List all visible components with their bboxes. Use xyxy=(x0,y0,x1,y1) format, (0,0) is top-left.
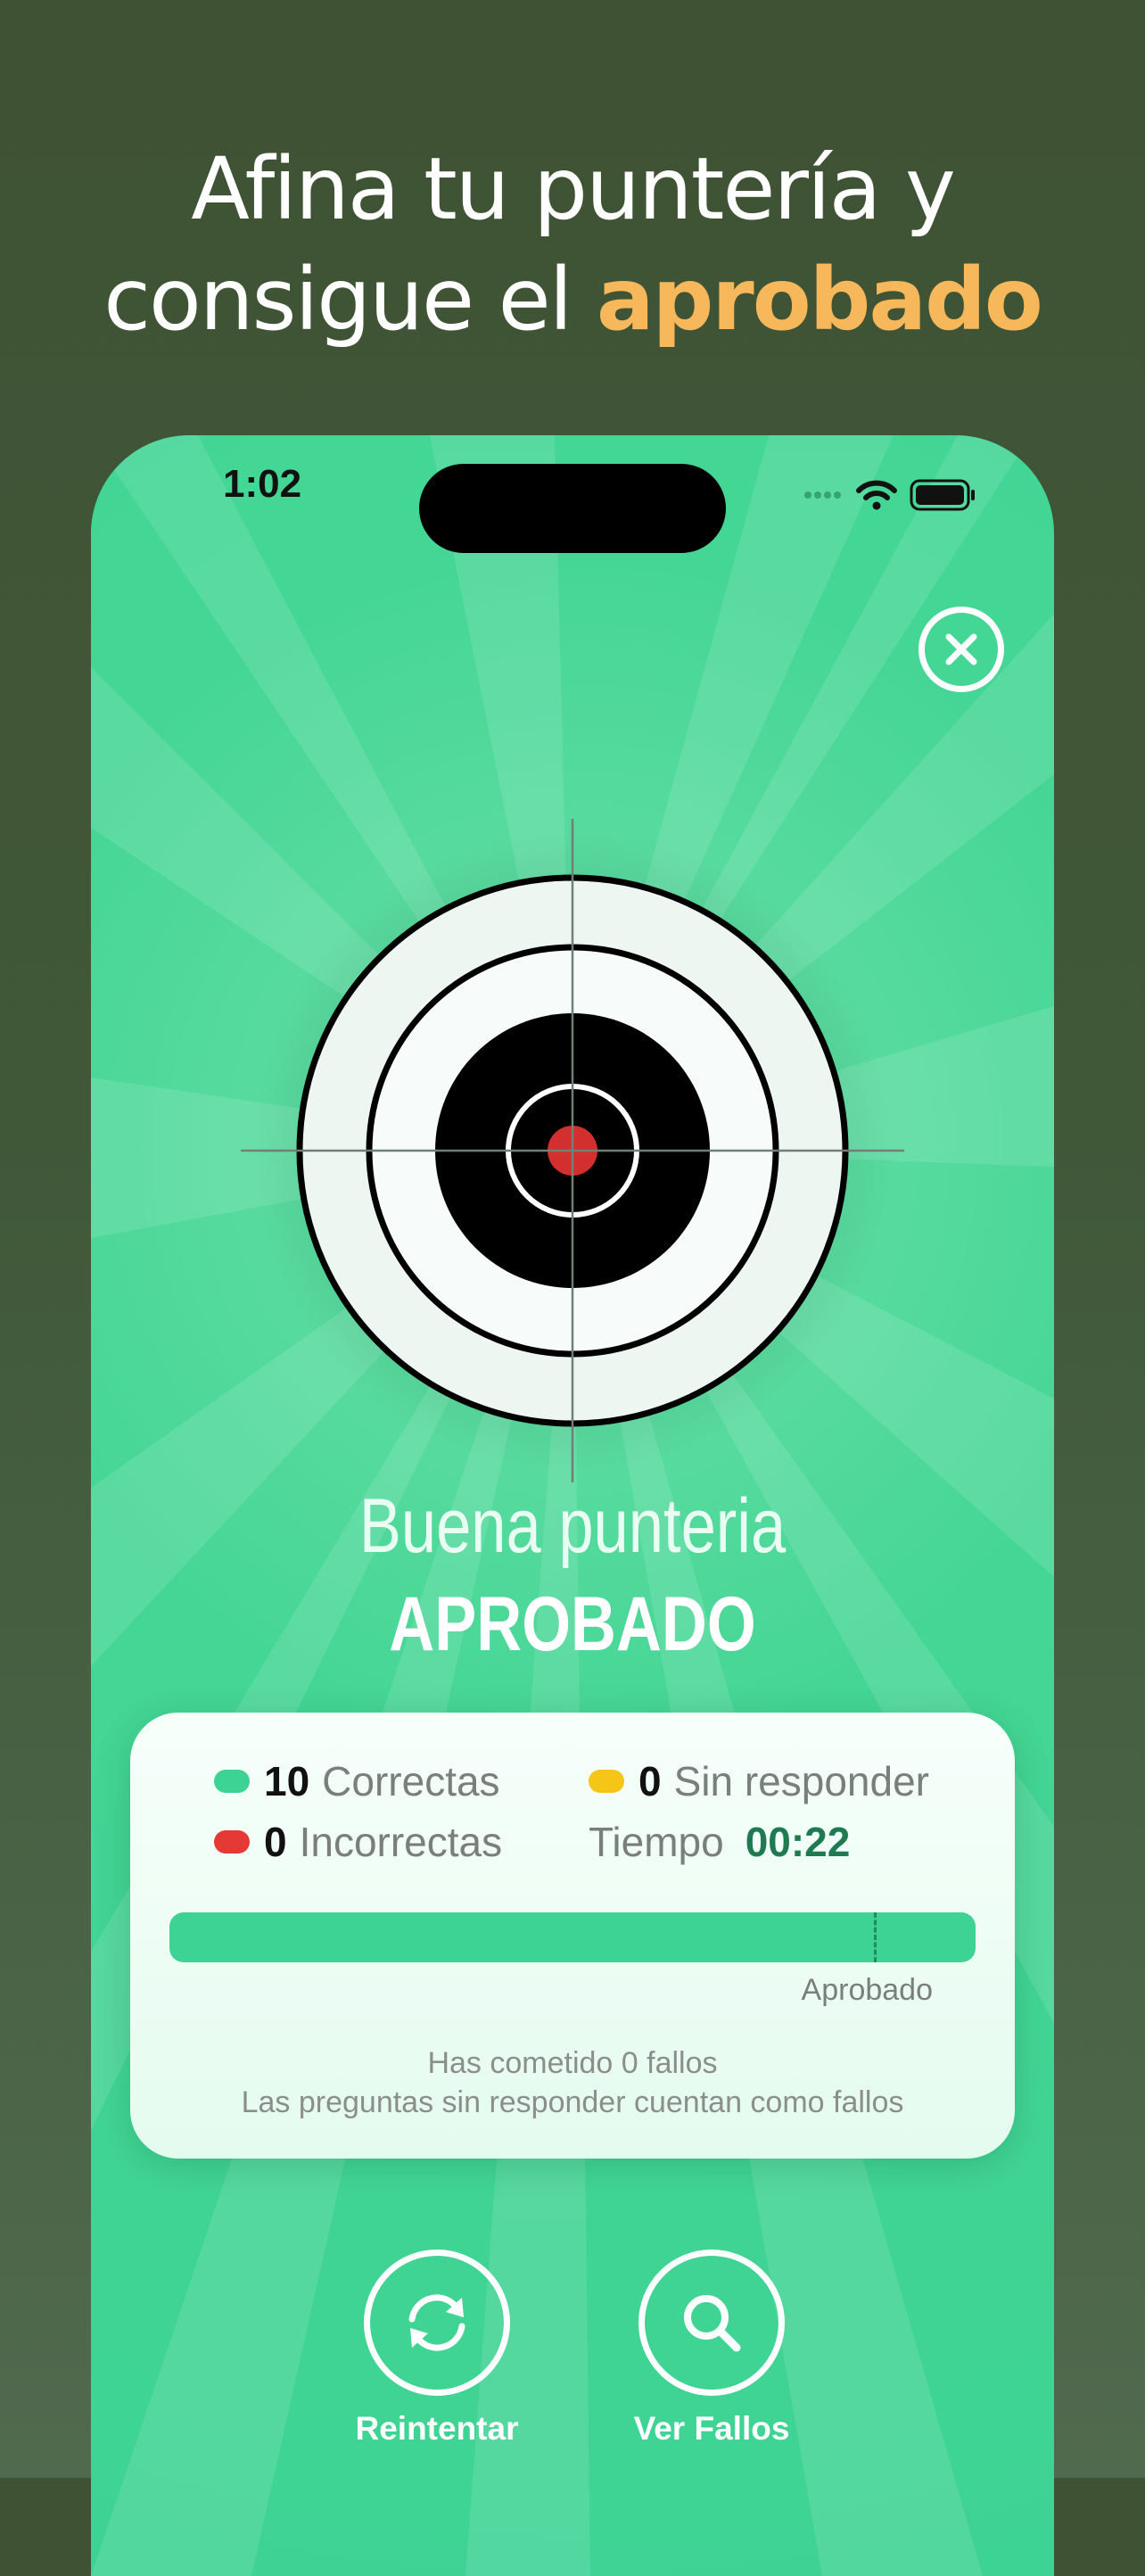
result-title: APROBADO xyxy=(389,1581,756,1667)
result-subtitle: Buena punteria xyxy=(358,1483,787,1569)
score-progress-bar xyxy=(169,1912,976,1962)
refresh-icon xyxy=(408,2294,465,2351)
close-button[interactable] xyxy=(918,607,1004,692)
status-time: 1:02 xyxy=(223,462,302,506)
review-mistakes-button[interactable]: Ver Fallos xyxy=(622,2250,801,2448)
time-value: 00:22 xyxy=(745,1819,851,1865)
review-ring[interactable] xyxy=(638,2250,785,2396)
correct-pill xyxy=(214,1770,250,1793)
unanswered-label: Sin responder xyxy=(673,1758,929,1804)
headline-line-2-text: consigue el xyxy=(103,250,597,350)
incorrect-pill xyxy=(214,1830,250,1854)
headline-accent: aprobado xyxy=(596,250,1043,350)
retry-label: Reintentar xyxy=(355,2410,519,2447)
unanswered-pill xyxy=(589,1770,624,1793)
pass-threshold-marker xyxy=(874,1912,877,1962)
stat-incorrect: 0 Incorrectas xyxy=(214,1818,502,1866)
headline: Afina tu puntería y consigue el aprobado xyxy=(0,134,1145,355)
dynamic-island xyxy=(419,464,726,553)
review-label: Ver Fallos xyxy=(633,2410,790,2447)
correct-count: 10 xyxy=(264,1758,310,1804)
stat-time: Tiempo 00:22 xyxy=(589,1818,850,1866)
stat-unanswered: 0 Sin responder xyxy=(589,1757,929,1805)
unanswered-note: Las preguntas sin responder cuentan como… xyxy=(241,2085,904,2119)
mistakes-note: Has cometido 0 fallos xyxy=(427,2046,718,2080)
time-label: Tiempo xyxy=(589,1819,724,1865)
results-card: 10 Correctas 0 Sin responder 0 Incorrect… xyxy=(130,1713,1015,2159)
incorrect-label: Incorrectas xyxy=(299,1819,503,1865)
unanswered-count: 0 xyxy=(638,1758,662,1804)
incorrect-count: 0 xyxy=(264,1819,287,1865)
retry-ring[interactable] xyxy=(364,2250,510,2396)
target-illustration xyxy=(241,819,904,1482)
headline-line-1: Afina tu puntería y xyxy=(191,139,956,239)
signal-icon xyxy=(804,487,844,503)
stat-correct: 10 Correctas xyxy=(214,1757,500,1805)
status-icons xyxy=(804,478,977,512)
wifi-icon xyxy=(856,480,897,510)
pass-label: Aprobado xyxy=(801,1973,933,2007)
search-icon xyxy=(684,2295,741,2352)
phone-screen: 1:02 Buena punteria APROBADO 10 Correcta… xyxy=(91,435,1054,2576)
retry-button[interactable]: Reintentar xyxy=(348,2250,526,2448)
close-icon xyxy=(945,633,977,665)
headline-line-2: consigue el aprobado xyxy=(0,244,1145,355)
correct-label: Correctas xyxy=(322,1758,500,1804)
battery-icon xyxy=(910,479,975,511)
